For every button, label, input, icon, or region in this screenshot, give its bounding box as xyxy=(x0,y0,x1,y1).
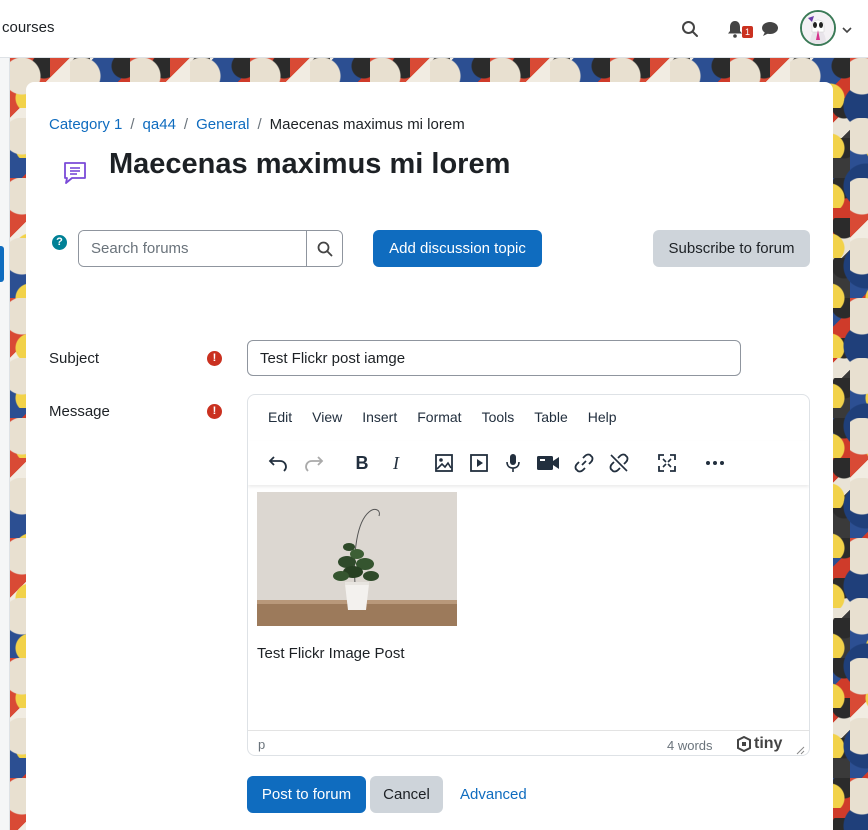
cancel-button[interactable]: Cancel xyxy=(370,776,443,813)
subject-input[interactable] xyxy=(247,340,741,376)
undo-icon[interactable] xyxy=(264,449,292,477)
breadcrumb: Category 1 / qa44 / General / Maecenas m… xyxy=(49,116,465,133)
search-icon[interactable] xyxy=(678,17,702,41)
breadcrumb-current: Maecenas maximus mi lorem xyxy=(269,116,465,133)
drawer-toggle[interactable] xyxy=(0,246,4,282)
nav-courses-link[interactable]: courses xyxy=(2,19,55,36)
user-avatar[interactable] xyxy=(800,10,836,46)
menu-table[interactable]: Table xyxy=(524,409,577,425)
more-options-icon[interactable] xyxy=(701,449,729,477)
message-editor: Edit View Insert Format Tools Table Help… xyxy=(247,394,810,756)
italic-icon[interactable]: I xyxy=(382,449,410,477)
fullscreen-icon[interactable] xyxy=(653,449,681,477)
menu-format[interactable]: Format xyxy=(407,409,471,425)
menu-tools[interactable]: Tools xyxy=(472,409,525,425)
editor-statusbar: p 4 words tiny xyxy=(248,730,809,755)
add-discussion-button[interactable]: Add discussion topic xyxy=(373,230,542,267)
search-input[interactable] xyxy=(79,231,306,266)
required-icon: ! xyxy=(207,351,222,366)
help-icon[interactable]: ? xyxy=(52,235,67,250)
image-icon[interactable] xyxy=(430,449,458,477)
microphone-icon[interactable] xyxy=(499,449,527,477)
page-title: Maecenas maximus mi lorem xyxy=(109,148,511,180)
drawer-strip xyxy=(0,58,10,830)
bold-icon[interactable]: B xyxy=(348,449,376,477)
required-icon: ! xyxy=(207,404,222,419)
menu-help[interactable]: Help xyxy=(578,409,627,425)
subscribe-button[interactable]: Subscribe to forum xyxy=(653,230,810,267)
forum-icon xyxy=(62,160,88,186)
notification-badge: 1 xyxy=(742,26,753,38)
chat-bubble-icon[interactable] xyxy=(758,17,782,41)
resize-handle-icon[interactable] xyxy=(796,743,805,755)
unlink-icon[interactable] xyxy=(605,449,633,477)
word-count[interactable]: 4 words xyxy=(667,738,713,753)
video-camera-icon[interactable] xyxy=(534,449,562,477)
element-path[interactable]: p xyxy=(258,737,265,752)
editor-body-text: Test Flickr Image Post xyxy=(257,645,405,662)
breadcrumb-section[interactable]: General xyxy=(196,116,249,133)
editor-toolbar: B I xyxy=(248,441,809,485)
subject-label: Subject xyxy=(49,350,100,367)
editor-content-area[interactable]: Test Flickr Image Post xyxy=(248,485,809,730)
breadcrumb-category[interactable]: Category 1 xyxy=(49,116,122,133)
top-navbar: courses 1 xyxy=(0,0,868,58)
menu-edit[interactable]: Edit xyxy=(248,409,302,425)
breadcrumb-course[interactable]: qa44 xyxy=(143,116,176,133)
chevron-down-icon[interactable] xyxy=(842,21,852,39)
menu-insert[interactable]: Insert xyxy=(352,409,407,425)
menu-view[interactable]: View xyxy=(302,409,352,425)
breadcrumb-separator: / xyxy=(183,116,189,133)
post-to-forum-button[interactable]: Post to forum xyxy=(247,776,366,813)
message-label: Message xyxy=(49,403,110,420)
tiny-brand-text: tiny xyxy=(754,735,783,752)
plant-photo xyxy=(257,492,457,626)
tiny-logo[interactable]: tiny xyxy=(736,735,782,753)
search-submit-button[interactable] xyxy=(306,231,342,266)
link-icon[interactable] xyxy=(570,449,598,477)
forum-search xyxy=(78,230,343,267)
breadcrumb-separator: / xyxy=(130,116,135,133)
advanced-link[interactable]: Advanced xyxy=(460,786,527,803)
redo-icon[interactable] xyxy=(300,449,328,477)
media-icon[interactable] xyxy=(465,449,493,477)
breadcrumb-separator: / xyxy=(257,116,262,133)
editor-menubar: Edit View Insert Format Tools Table Help xyxy=(248,409,627,425)
